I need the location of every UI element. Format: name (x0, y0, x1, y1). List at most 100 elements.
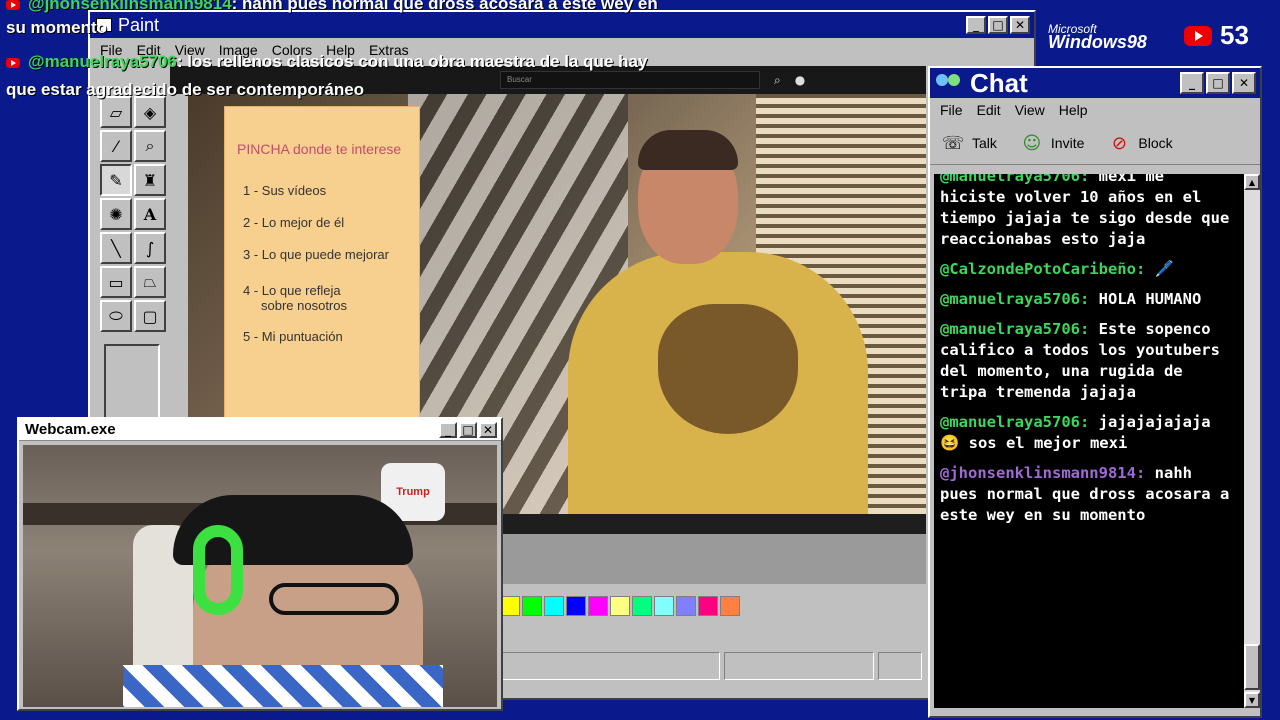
scroll-down-icon[interactable]: ▼ (1244, 692, 1260, 708)
streamer-shirt (123, 665, 443, 707)
overlay-message-2-cont: que estar agradecido de ser contemporáne… (6, 80, 365, 99)
block-icon: ⊘ (1111, 132, 1127, 154)
close-button[interactable]: ✕ (479, 421, 497, 438)
eraser-icon[interactable]: ▱ (100, 96, 132, 128)
chat-message: @manuelraya5706: Este sopenco califico a… (940, 320, 1220, 401)
paint-title: Paint (118, 14, 160, 35)
minimize-button[interactable]: _ (439, 421, 457, 438)
notecard-item-4: 4 - Lo que refleja (243, 283, 341, 298)
talk-button[interactable]: ☏ Talk (940, 132, 997, 154)
search-icon[interactable]: ⌕ (774, 73, 781, 88)
invite-icon: ☺ (1022, 132, 1042, 154)
swatch-light-cyan[interactable] (654, 596, 674, 616)
magnifier-icon[interactable]: ⌕ (134, 130, 166, 162)
chat-message: @manuelraya5706: HOLA HUMANO (940, 290, 1202, 308)
chat-messages[interactable]: @manuelraya5706: mexi me hiciste volver … (934, 174, 1244, 708)
maximize-button[interactable]: □ (459, 421, 477, 438)
video-bottom-strip (500, 514, 926, 534)
paint-canvas-area[interactable] (500, 534, 926, 584)
microphone-icon[interactable]: ● (795, 73, 805, 87)
webcam-titlebar[interactable]: Webcam.exe _ □ ✕ (19, 419, 501, 441)
notecard-item-5: 5 - Mi puntuación (243, 329, 343, 344)
scroll-thumb[interactable] (1244, 644, 1260, 690)
swatch-cyan[interactable] (544, 596, 564, 616)
airbrush-icon[interactable]: ✺ (100, 198, 132, 230)
ellipse-icon[interactable]: ⬭ (100, 300, 132, 332)
notecard-item-1: 1 - Sus vídeos (243, 183, 327, 198)
glasses (269, 583, 399, 615)
webcam-feed: Trump (23, 445, 497, 707)
line-icon[interactable]: ╲ (100, 232, 132, 264)
swatch-yellow[interactable] (500, 596, 520, 616)
viewer-count-value: 53 (1220, 20, 1249, 50)
chat-people-icon (936, 72, 962, 94)
youtube-icon (6, 57, 20, 68)
chat-title: Chat (970, 67, 1028, 98)
paint-toolbox: ▱ ◈ ⁄ ⌕ ✎ ♜ ✺ A ╲ ∫ ▭ ⏢ ⬭ ▢ (100, 96, 166, 332)
swatch-magenta[interactable] (588, 596, 608, 616)
status-cell-coords (724, 652, 874, 680)
presenter-hair (638, 130, 738, 170)
menu-view[interactable]: View (1015, 102, 1045, 118)
chat-scrollbar[interactable]: ▲ ▼ (1244, 174, 1260, 708)
swatch-blue[interactable] (566, 596, 586, 616)
status-cell-size (878, 652, 922, 680)
webcam-window: Webcam.exe _ □ ✕ Trump (17, 417, 503, 711)
swatch-spring-green[interactable] (632, 596, 652, 616)
chat-window: Chat _ □ ✕ File Edit View Help ☏ Talk ☺ … (928, 66, 1262, 718)
swatch-periwinkle[interactable] (676, 596, 696, 616)
menu-help[interactable]: Help (1059, 102, 1088, 118)
chat-message: @CalzondePotoCaribeño: 🖊️ (940, 260, 1174, 278)
minimize-button[interactable]: _ (1180, 72, 1204, 94)
invite-button[interactable]: ☺ Invite (1019, 132, 1085, 154)
pencil-icon[interactable]: ✎ (100, 164, 132, 196)
swatch-green[interactable] (522, 596, 542, 616)
swatch-orange[interactable] (720, 596, 740, 616)
overlay-message-1: @jhonsenklinsmann9814: nahh pues normal … (6, 0, 658, 14)
presenter-shirt-print (658, 304, 798, 434)
chat-menubar: File Edit View Help (930, 98, 1260, 122)
overlay-message-2: @manuelraya5706: los rellenos clasicos c… (6, 52, 647, 72)
maximize-button[interactable]: □ (988, 16, 1008, 34)
paint-titlebar[interactable]: Paint _ □ ✕ (90, 12, 1034, 38)
menu-file[interactable]: File (940, 102, 963, 118)
brush-icon[interactable]: ♜ (134, 164, 166, 196)
youtube-icon (6, 0, 20, 10)
tool-options[interactable] (104, 344, 160, 424)
picker-icon[interactable]: ⁄ (100, 130, 132, 162)
minimize-button[interactable]: _ (966, 16, 986, 34)
status-cell-main (500, 652, 720, 680)
notecard-item-2: 2 - Lo mejor de él (243, 215, 345, 230)
overlay-message-1-cont: su momento (6, 18, 108, 37)
fill-icon[interactable]: ◈ (134, 96, 166, 128)
notecard-item-4b: sobre nosotros (261, 298, 347, 313)
viewer-count: 53 (1184, 20, 1249, 51)
windows98-logo: Microsoft Windows98 (1048, 22, 1147, 52)
rounded-rect-icon[interactable]: ▢ (134, 300, 166, 332)
notecard-title: PINCHA donde te interese (237, 141, 402, 157)
paint-statusbar (500, 652, 926, 680)
block-button[interactable]: ⊘ Block (1106, 132, 1173, 154)
swatch-pink[interactable] (698, 596, 718, 616)
talk-icon: ☏ (941, 132, 965, 154)
youtube-icon (1184, 25, 1212, 46)
scroll-up-icon[interactable]: ▲ (1244, 174, 1260, 190)
swatch-light-yellow[interactable] (610, 596, 630, 616)
notecard: PINCHA donde te interese 1 - Sus vídeos … (224, 106, 420, 436)
chat-toolbar: ☏ Talk ☺ Invite ⊘ Block (930, 122, 1260, 165)
maximize-button[interactable]: □ (1206, 72, 1230, 94)
menu-edit[interactable]: Edit (977, 102, 1001, 118)
rectangle-icon[interactable]: ▭ (100, 266, 132, 298)
webcam-title: Webcam.exe (25, 421, 116, 438)
text-icon[interactable]: A (134, 198, 166, 230)
chat-message: @jhonsenklinsmann9814: nahh pues normal … (940, 464, 1230, 524)
chat-titlebar[interactable]: Chat _ □ ✕ (930, 68, 1260, 98)
youtube-search-input[interactable]: Buscar (500, 71, 760, 89)
close-button[interactable]: ✕ (1010, 16, 1030, 34)
curve-icon[interactable]: ∫ (134, 232, 166, 264)
close-button[interactable]: ✕ (1232, 72, 1256, 94)
headset-icon (193, 525, 243, 615)
notecard-item-3: 3 - Lo que puede mejorar (243, 247, 389, 262)
color-palette (500, 596, 742, 616)
polygon-icon[interactable]: ⏢ (134, 266, 166, 298)
